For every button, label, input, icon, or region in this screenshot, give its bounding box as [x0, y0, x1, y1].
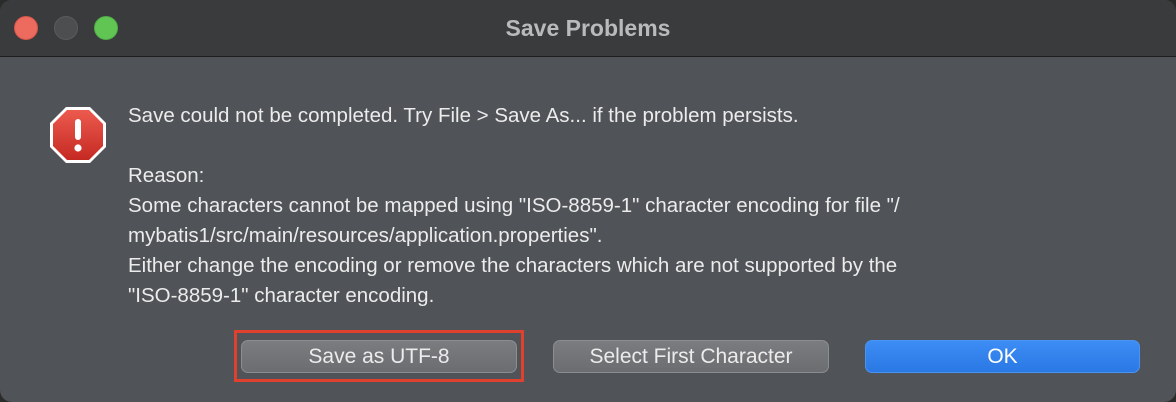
alert-octagon-icon: [50, 107, 106, 163]
select-first-character-button[interactable]: Select First Character: [553, 340, 829, 373]
ok-button[interactable]: OK: [865, 340, 1140, 373]
reason-line: mybatis1/src/main/resources/application.…: [128, 224, 603, 247]
reason-label: Reason:: [128, 164, 205, 187]
alert-headline: Save could not be completed. Try File > …: [128, 104, 799, 127]
reason-line: Some characters cannot be mapped using "…: [128, 194, 900, 217]
save-as-utf8-button[interactable]: Save as UTF-8: [241, 340, 517, 373]
save-problems-dialog: Save Problems Save could not be complete…: [0, 0, 1176, 402]
title-bar: Save Problems: [0, 0, 1176, 57]
alert-message: Save could not be completed. Try File > …: [128, 101, 1148, 311]
reason-line: Either change the encoding or remove the…: [128, 254, 898, 277]
dialog-title: Save Problems: [505, 15, 671, 41]
reason-line: "ISO-8859-1" character encoding.: [128, 284, 435, 307]
